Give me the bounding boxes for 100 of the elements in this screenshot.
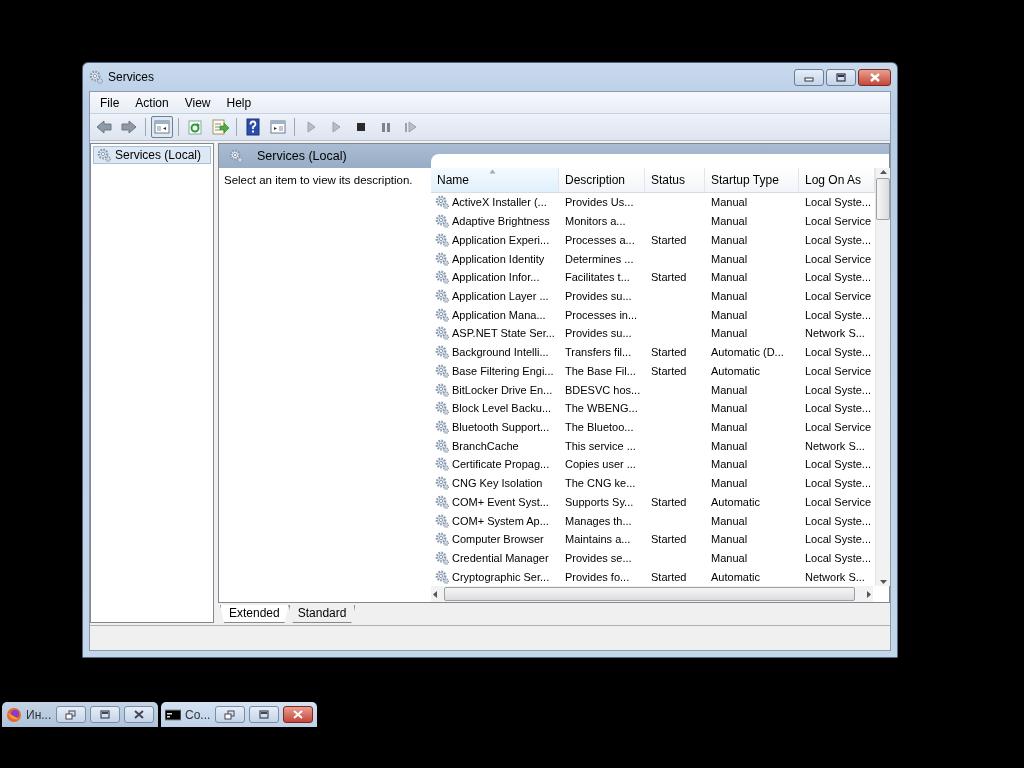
minimized-window[interactable]: Co... <box>161 702 317 727</box>
panel-icon <box>153 118 171 136</box>
table-cell: Manual <box>711 289 748 302</box>
menu-item[interactable]: View <box>176 95 219 110</box>
maximize-button[interactable] <box>826 69 856 86</box>
minimized-window-title[interactable]: Ин... <box>26 707 52 722</box>
horizontal-scrollbar[interactable] <box>431 586 873 602</box>
gear-icon <box>435 569 449 584</box>
table-cell: BDESVC hos... <box>565 383 641 396</box>
view-tab[interactable]: Extended <box>220 605 289 623</box>
close-button[interactable] <box>124 706 154 723</box>
table-cell: Manual <box>711 514 748 527</box>
close-button[interactable] <box>283 706 313 723</box>
table-cell: Facilitates t... <box>565 271 630 284</box>
table-cell: Determines ... <box>565 252 634 265</box>
view-tab[interactable]: Standard <box>288 605 356 623</box>
description-text: Select an item to view its description. <box>224 174 413 186</box>
table-cell: Credential Manager <box>452 552 549 564</box>
gear-icon <box>435 214 449 229</box>
gear-icon <box>435 551 449 565</box>
gear-icon <box>435 532 449 547</box>
table-cell: Started <box>651 570 687 583</box>
help-icon <box>244 118 262 136</box>
table-cell: Processes a... <box>565 233 635 246</box>
table-cell: Manual <box>711 402 748 415</box>
table-cell: Provides su... <box>565 327 632 340</box>
table-cell: Local Syste... <box>805 514 872 527</box>
table-cell: Local Syste... <box>805 533 872 546</box>
down-arrow-icon <box>878 578 888 586</box>
table-cell: Copies user ... <box>565 458 636 471</box>
table-cell: Application Infor... <box>452 271 540 284</box>
close-button[interactable] <box>858 69 891 86</box>
table-cell: Local Syste... <box>805 308 872 321</box>
column-header[interactable]: Status <box>645 168 705 192</box>
gear-icon <box>435 270 449 285</box>
table-cell: Manual <box>711 233 748 246</box>
close-icon <box>292 709 304 720</box>
column-header[interactable]: Startup Type <box>705 168 799 192</box>
column-header[interactable]: Name <box>431 168 559 192</box>
gear-icon <box>435 382 449 397</box>
table-cell: Local Service <box>805 495 872 508</box>
table-cell: Local Syste... <box>805 552 872 564</box>
gear-icon <box>435 363 449 378</box>
gear-icon <box>435 438 449 453</box>
minimize-button[interactable] <box>794 69 824 86</box>
gear-icon <box>435 513 449 528</box>
table-cell: Cryptographic Ser... <box>452 570 550 583</box>
panel-icon <box>269 118 287 136</box>
maximize-button[interactable] <box>249 706 279 723</box>
table-cell: Started <box>651 233 687 246</box>
restore-icon <box>224 709 236 720</box>
browser-icon <box>6 706 22 723</box>
table-cell: Manual <box>711 552 748 564</box>
maximize-icon <box>258 709 270 720</box>
table-cell: Local Service <box>805 215 872 228</box>
table-cell: Local Syste... <box>805 458 872 471</box>
table-cell: Automatic <box>711 570 760 583</box>
forward-arrow-icon <box>120 118 138 136</box>
table-cell: CNG Key Isolation <box>452 477 543 490</box>
table-cell: ActiveX Installer (... <box>452 196 547 209</box>
menu-item[interactable]: Help <box>218 95 260 110</box>
table-cell: Network S... <box>805 439 865 452</box>
table-cell: Manual <box>711 308 748 321</box>
restore-button[interactable] <box>56 706 86 723</box>
vertical-scrollbar[interactable] <box>875 168 890 586</box>
maximize-icon <box>99 709 111 720</box>
table-cell: ASP.NET State Ser... <box>452 327 555 340</box>
table-cell: The Bluetoo... <box>565 421 634 433</box>
close-icon <box>133 709 145 720</box>
minimized-window-title[interactable]: Co... <box>185 707 211 722</box>
gear-icon <box>435 457 449 472</box>
scrollbar-thumb[interactable] <box>444 587 855 601</box>
table-cell: Supports Sy... <box>565 495 634 508</box>
table-cell: Manages th... <box>565 514 632 527</box>
table-cell: Application Identity <box>452 252 545 265</box>
table-cell: Local Syste... <box>805 477 872 490</box>
gear-icon <box>435 195 449 210</box>
table-cell: Application Mana... <box>452 308 546 321</box>
table-cell: Provides fo... <box>565 570 630 583</box>
gear-icon <box>435 476 449 491</box>
table-cell: Transfers fil... <box>565 346 632 359</box>
table-cell: Local Syste... <box>805 271 872 284</box>
restore-button[interactable] <box>215 706 245 723</box>
table-cell: Application Layer ... <box>452 289 549 302</box>
maximize-button[interactable] <box>90 706 120 723</box>
table-cell: Provides su... <box>565 289 632 302</box>
scrollbar-thumb[interactable] <box>876 178 890 220</box>
menu-item[interactable]: File <box>92 95 128 110</box>
table-cell: Local Syste... <box>805 383 872 396</box>
column-header[interactable]: Description <box>559 168 645 192</box>
restore-icon <box>65 709 77 720</box>
table-cell: BitLocker Drive En... <box>452 383 553 396</box>
gear-icon <box>435 232 449 247</box>
table-cell: Manual <box>711 477 748 490</box>
gear-icon <box>435 288 449 303</box>
menu-item[interactable]: Action <box>127 95 177 110</box>
gear-icon <box>435 420 449 434</box>
table-cell: Automatic (D... <box>711 346 784 359</box>
minimized-window[interactable]: Ин... <box>2 702 158 727</box>
maximize-icon <box>835 73 847 82</box>
